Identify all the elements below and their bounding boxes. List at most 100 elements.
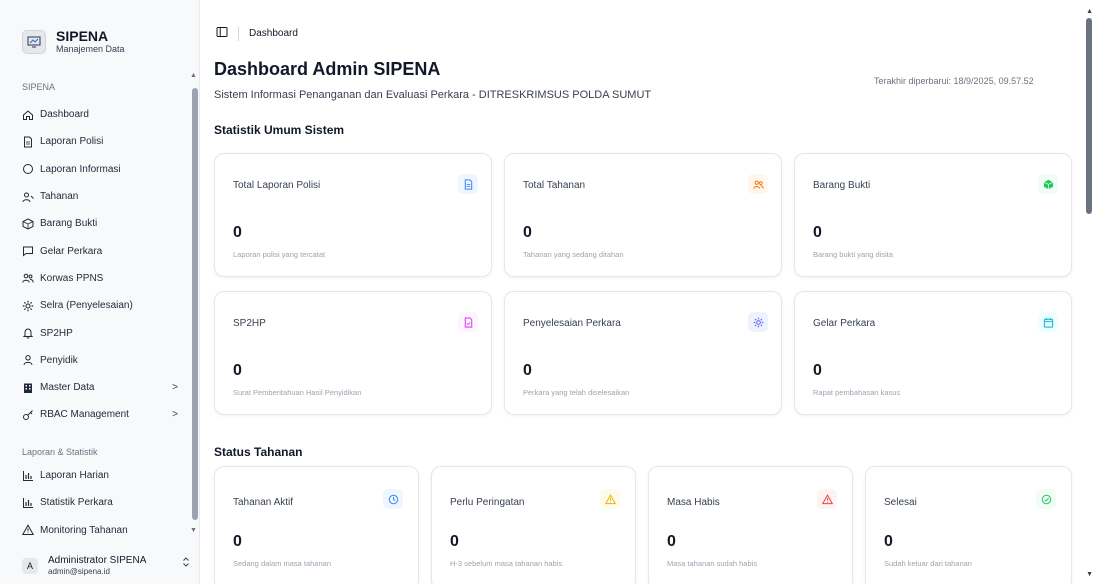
status-description: Sedang dalam masa tahanan: [233, 559, 331, 568]
status-value: 0: [450, 533, 459, 550]
main-scrollbar[interactable]: [1086, 18, 1092, 214]
status-card-tahanan-aktif[interactable]: Tahanan Aktif 0 Sedang dalam masa tahana…: [214, 466, 419, 584]
status-title: Perlu Peringatan: [450, 497, 525, 508]
sidebar-item-label: Korwas PPNS: [40, 272, 104, 284]
sidebar-scroll-down-icon[interactable]: ▼: [190, 527, 197, 534]
sidebar-item-master-data[interactable]: Master Data >: [0, 374, 190, 401]
home-icon: [22, 109, 34, 121]
stat-title: Penyelesaian Perkara: [523, 318, 621, 329]
monitor-icon: [27, 36, 41, 48]
stat-description: Tahanan yang sedang ditahan: [523, 250, 624, 259]
box-icon: [1038, 174, 1058, 194]
calendar-icon: [1038, 312, 1058, 332]
stat-card-laporan-polisi[interactable]: Total Laporan Polisi 0 Laporan polisi ya…: [214, 153, 492, 277]
user-email: admin@sipena.id: [48, 567, 110, 576]
stat-title: SP2HP: [233, 318, 266, 329]
breadcrumb: Dashboard: [249, 28, 298, 39]
sidebar-item-label: Laporan Polisi: [40, 136, 104, 148]
stat-title: Total Tahanan: [523, 180, 586, 191]
sidebar-item-laporan-harian[interactable]: Laporan Harian: [0, 462, 190, 489]
brand[interactable]: SIPENA Manajemen Data: [0, 0, 199, 62]
box-icon: [22, 218, 34, 230]
sidebar-scroll-up-icon[interactable]: ▲: [190, 72, 197, 79]
sidebar-item-label: Barang Bukti: [40, 218, 98, 230]
main-scroll-up-icon[interactable]: ▲: [1086, 8, 1093, 15]
last-updated: Terakhir diperbarui: 18/9/2025, 09.57.52: [874, 76, 1034, 86]
stat-card-penyelesaian-perkara[interactable]: Penyelesaian Perkara 0 Perkara yang tela…: [504, 291, 782, 415]
status-card-perlu-peringatan[interactable]: Perlu Peringatan 0 H-3 sebelum masa taha…: [431, 466, 636, 584]
users-icon: [22, 272, 34, 284]
stat-value: 0: [233, 224, 242, 241]
chevron-right-icon: >: [172, 381, 178, 393]
sidebar-item-laporan-polisi[interactable]: Laporan Polisi: [0, 128, 190, 155]
status-description: H-3 sebelum masa tahanan habis: [450, 559, 563, 568]
status-title: Selesai: [884, 497, 917, 508]
sidebar-menu-main: Dashboard Laporan Polisi Laporan Informa…: [0, 101, 190, 429]
main-content: Dashboard Dashboard Admin SIPENA Sistem …: [200, 0, 1093, 584]
main-scroll-down-icon[interactable]: ▼: [1086, 571, 1093, 578]
sidebar-item-label: Selra (Penyelesaian): [40, 300, 133, 312]
check-circle-icon: [1036, 489, 1056, 509]
alert-triangle-icon: [600, 489, 620, 509]
sidebar: SIPENA Manajemen Data SIPENA Dashboard L…: [0, 0, 200, 584]
brand-logo: [22, 30, 46, 54]
sidebar-item-selra[interactable]: Selra (Penyelesaian): [0, 292, 190, 319]
stat-description: Laporan polisi yang tercatat: [233, 250, 326, 259]
stat-value: 0: [523, 224, 532, 241]
stat-card-sp2hp[interactable]: SP2HP 0 Surat Pemberitahuan Hasil Penyid…: [214, 291, 492, 415]
sidebar-menu-reports: Laporan Harian Statistik Perkara Monitor…: [0, 462, 190, 544]
sidebar-item-barang-bukti[interactable]: Barang Bukti: [0, 210, 190, 237]
stat-description: Surat Pemberitahuan Hasil Penyidikan: [233, 388, 362, 397]
sidebar-item-penyidik[interactable]: Penyidik: [0, 347, 190, 374]
sidebar-item-label: Monitoring Tahanan: [40, 524, 128, 536]
stat-title: Total Laporan Polisi: [233, 180, 321, 191]
sidebar-item-tahanan[interactable]: Tahanan: [0, 183, 190, 210]
bar-chart-icon: [22, 470, 34, 482]
sidebar-item-label: Gelar Perkara: [40, 245, 103, 257]
sidebar-item-gelar-perkara[interactable]: Gelar Perkara: [0, 237, 190, 264]
sidebar-toggle-icon[interactable]: [216, 26, 228, 41]
sidebar-item-statistik-perkara[interactable]: Statistik Perkara: [0, 489, 190, 516]
brand-subtitle: Manajemen Data: [56, 44, 125, 54]
gear-icon: [748, 312, 768, 332]
sidebar-item-label: Master Data: [40, 382, 95, 394]
user-icon: [22, 354, 34, 366]
status-description: Masa tahanan sudah habis: [667, 559, 758, 568]
status-value: 0: [884, 533, 893, 550]
chevron-right-icon: >: [172, 409, 178, 421]
file-text-icon: [458, 174, 478, 194]
file-icon: [22, 136, 34, 148]
sidebar-item-monitoring-tahanan[interactable]: Monitoring Tahanan: [0, 517, 190, 544]
status-title: Tahanan Aktif: [233, 497, 294, 508]
sidebar-item-label: Tahanan: [40, 191, 79, 203]
sidebar-item-dashboard[interactable]: Dashboard: [0, 101, 190, 128]
chevrons-up-down-icon: [182, 557, 190, 569]
status-card-masa-habis[interactable]: Masa Habis 0 Masa tahanan sudah habis: [648, 466, 853, 584]
user-menu[interactable]: A Administrator SIPENA admin@sipena.id: [22, 555, 190, 577]
alert-triangle-icon: [22, 524, 34, 536]
key-icon: [22, 409, 34, 421]
stat-description: Rapat pembahasan kasus: [813, 388, 901, 397]
divider: [238, 26, 239, 41]
page-title: Dashboard Admin SIPENA: [214, 59, 441, 79]
stat-card-gelar-perkara[interactable]: Gelar Perkara 0 Rapat pembahasan kasus: [794, 291, 1072, 415]
circle-icon: [22, 163, 34, 175]
message-square-icon: [22, 245, 34, 257]
stat-description: Barang bukti yang disita: [813, 250, 894, 259]
sidebar-item-label: RBAC Management: [40, 409, 129, 421]
sidebar-item-sp2hp[interactable]: SP2HP: [0, 319, 190, 346]
status-title: Masa Habis: [667, 497, 720, 508]
sidebar-item-laporan-informasi[interactable]: Laporan Informasi: [0, 156, 190, 183]
stat-value: 0: [813, 362, 822, 379]
status-card-selesai[interactable]: Selesai 0 Sudah keluar dari tahanan: [865, 466, 1072, 584]
sidebar-item-rbac-management[interactable]: RBAC Management >: [0, 401, 190, 428]
sidebar-item-korwas-ppns[interactable]: Korwas PPNS: [0, 265, 190, 292]
sidebar-scrollbar[interactable]: [192, 88, 198, 520]
stat-card-barang-bukti[interactable]: Barang Bukti 0 Barang bukti yang disita: [794, 153, 1072, 277]
avatar: A: [22, 558, 38, 574]
alert-triangle-icon: [817, 489, 837, 509]
gear-icon: [22, 300, 34, 312]
brand-title: SIPENA: [56, 28, 109, 44]
stat-value: 0: [233, 362, 242, 379]
stat-card-total-tahanan[interactable]: Total Tahanan 0 Tahanan yang sedang dita…: [504, 153, 782, 277]
